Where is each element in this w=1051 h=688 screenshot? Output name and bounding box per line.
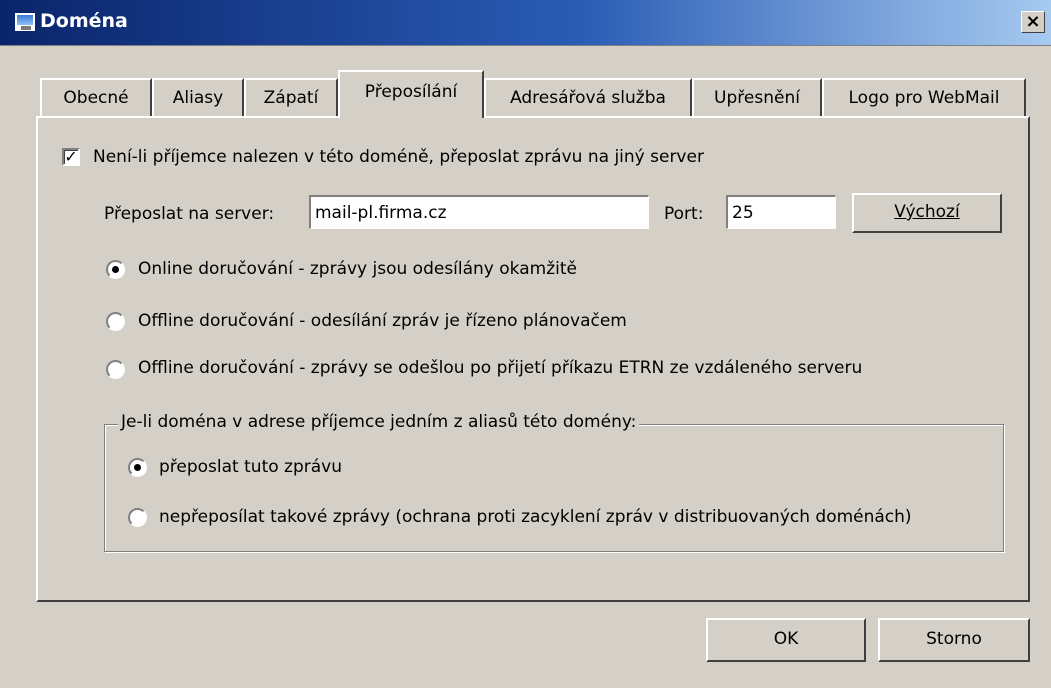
tab-label: Aliasy (172, 88, 224, 108)
tab-label: Upřesnění (714, 88, 800, 108)
forward-enable-checkbox[interactable]: ✓ (62, 148, 80, 166)
radio-selected-dot (112, 266, 119, 273)
close-icon: × (1025, 11, 1041, 32)
alias-groupbox (104, 424, 1004, 552)
port-input[interactable] (726, 195, 836, 229)
tab-adresarova-sluzba[interactable]: Adresářová služba (484, 78, 692, 116)
tab-obecne[interactable]: Obecné (40, 78, 152, 116)
delivery-offline-scheduler-radio[interactable] (106, 312, 125, 331)
tab-zapati[interactable]: Zápatí (244, 78, 338, 116)
tab-label: Adresářová služba (510, 88, 666, 108)
alias-group-title: Je-li doména v adrese příjemce jedním z … (118, 412, 640, 432)
ok-button-label: OK (773, 629, 799, 649)
alias-forward-radio[interactable] (128, 458, 147, 477)
default-button[interactable]: Výchozí (852, 193, 1002, 233)
delivery-online-label: Online doručování - zprávy jsou odesílán… (138, 259, 577, 279)
tab-label: Zápatí (263, 88, 319, 108)
ok-button[interactable]: OK (706, 618, 866, 662)
port-label: Port: (664, 204, 704, 224)
tab-preposilani[interactable]: Přeposílání (338, 70, 484, 118)
checkmark-icon: ✓ (64, 147, 78, 166)
domain-app-icon (14, 12, 36, 32)
tab-label: Obecné (63, 88, 129, 108)
delivery-offline-etrn-label: Offline doručování - zprávy se odešlou p… (138, 358, 863, 378)
server-label: Přeposlat na server: (104, 204, 275, 224)
tab-logo-pro-webmail[interactable]: Logo pro WebMail (822, 78, 1026, 116)
tab-upresneni[interactable]: Upřesnění (692, 78, 822, 116)
delivery-online-radio[interactable] (106, 260, 125, 279)
alias-forward-label: přeposlat tuto zprávu (159, 457, 342, 477)
forward-enable-label: Není-li příjemce nalezen v této doméně, … (93, 147, 704, 167)
delivery-offline-etrn-radio[interactable] (106, 360, 125, 379)
tab-label: Logo pro WebMail (848, 88, 1000, 108)
server-input[interactable] (309, 195, 649, 229)
tab-aliasy[interactable]: Aliasy (152, 78, 244, 116)
alias-no-forward-radio[interactable] (128, 508, 147, 527)
default-button-label: Výchozí (894, 202, 960, 222)
cancel-button-label: Storno (926, 629, 982, 649)
alias-no-forward-label: nepřeposílat takové zprávy (ochrana prot… (159, 507, 912, 527)
delivery-offline-scheduler-label: Offline doručování - odesílání zpráv je … (138, 311, 627, 331)
window-title: Doména (40, 10, 128, 32)
radio-selected-dot (134, 464, 141, 471)
tab-label: Přeposílání (364, 82, 458, 102)
close-button[interactable]: × (1021, 11, 1045, 33)
cancel-button[interactable]: Storno (878, 618, 1030, 662)
title-bar: Doména × (0, 0, 1051, 46)
